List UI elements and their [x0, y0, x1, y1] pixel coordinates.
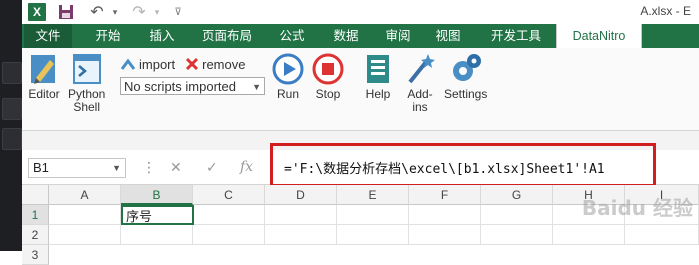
- redo-dropdown-icon[interactable]: ▾: [152, 3, 162, 21]
- tab-data[interactable]: 数据: [322, 24, 370, 48]
- column-header[interactable]: D: [265, 185, 337, 205]
- baidu-watermark: Baidu 经验: [581, 196, 693, 220]
- column-header[interactable]: F: [409, 185, 481, 205]
- tab-developer[interactable]: 开发工具: [476, 24, 556, 48]
- addins-button[interactable]: Add- ins: [404, 52, 436, 114]
- cell-a2[interactable]: [49, 225, 121, 245]
- stop-label: Stop: [315, 87, 341, 101]
- cell-g2[interactable]: [481, 225, 553, 245]
- remove-icon: [186, 57, 199, 71]
- column-header[interactable]: G: [481, 185, 553, 205]
- cell-i2[interactable]: [625, 225, 699, 245]
- gear-icon: [452, 54, 481, 81]
- tab-datanitro[interactable]: DataNitro: [556, 24, 642, 48]
- taskbar-item[interactable]: [2, 62, 22, 84]
- taskbar-strip: [0, 0, 22, 251]
- formula-bar: B1 ▼ ⋮ ✕ ✓ fx ='F:\数据分析存档\excel\[b1.xlsx…: [22, 143, 699, 187]
- chevron-down-icon: ▼: [112, 163, 121, 173]
- name-box-value: B1: [33, 160, 49, 175]
- help-button[interactable]: Help: [362, 52, 394, 101]
- save-icon[interactable]: [58, 3, 74, 21]
- magic-wand-icon: [408, 54, 435, 84]
- play-icon: [272, 53, 304, 85]
- excel-logo-icon: X: [28, 3, 46, 21]
- stop-button[interactable]: Stop: [312, 52, 344, 101]
- tab-home[interactable]: 开始: [84, 24, 132, 48]
- cell-f2[interactable]: [409, 225, 481, 245]
- tab-insert[interactable]: 插入: [138, 24, 186, 48]
- import-label: import: [139, 56, 176, 72]
- scripts-select[interactable]: No scripts imported ▼: [120, 77, 265, 95]
- help-book-icon: [367, 55, 389, 83]
- python-shell-icon: [72, 54, 101, 84]
- run-button[interactable]: Run: [272, 52, 304, 101]
- python-shell-label-2: Shell: [73, 100, 101, 114]
- select-all-corner[interactable]: [22, 185, 49, 205]
- customize-quick-access-icon[interactable]: ⊽: [172, 3, 184, 21]
- enter-icon[interactable]: ✓: [206, 159, 218, 176]
- row-header[interactable]: 1: [22, 205, 49, 225]
- redo-icon[interactable]: ↷: [130, 3, 148, 21]
- import-button[interactable]: import: [120, 57, 175, 72]
- formula-input[interactable]: ='F:\数据分析存档\excel\[b1.xlsx]Sheet1'!A1: [266, 143, 699, 187]
- cell-e2[interactable]: [337, 225, 409, 245]
- cancel-icon[interactable]: ✕: [170, 159, 182, 176]
- formula-text: ='F:\数据分析存档\excel\[b1.xlsx]Sheet1'!A1: [284, 162, 605, 177]
- undo-dropdown-icon[interactable]: ▾: [110, 3, 120, 21]
- python-shell-button[interactable]: Python Shell: [68, 52, 105, 114]
- cell-d2[interactable]: [265, 225, 337, 245]
- cell-b1[interactable]: 序号: [121, 205, 194, 225]
- formula-bar-resize-handle[interactable]: ⋮: [142, 159, 156, 176]
- insert-function-icon[interactable]: fx: [240, 159, 253, 175]
- editor-label: Editor: [28, 87, 60, 101]
- stop-icon: [312, 53, 344, 85]
- addins-label-2: ins: [412, 100, 428, 114]
- remove-label: remove: [202, 56, 246, 72]
- tab-review[interactable]: 审阅: [376, 24, 420, 48]
- script-actions: import remove: [120, 55, 245, 73]
- cell-f1[interactable]: [409, 205, 481, 225]
- editor-button[interactable]: Editor: [28, 52, 60, 101]
- cell-b2[interactable]: [121, 225, 193, 245]
- document-title: A.xlsx - E: [640, 4, 691, 18]
- column-header[interactable]: B: [121, 185, 193, 205]
- cell-d1[interactable]: [265, 205, 337, 225]
- tab-view[interactable]: 视图: [426, 24, 470, 48]
- settings-label: Settings: [444, 87, 488, 101]
- column-header[interactable]: C: [193, 185, 265, 205]
- taskbar-item[interactable]: [2, 98, 22, 120]
- ribbon-datanitro: Editor Python Shell import remove No scr…: [22, 48, 699, 131]
- tab-file[interactable]: 文件: [24, 24, 72, 48]
- column-header[interactable]: A: [49, 185, 121, 205]
- help-label: Help: [365, 87, 391, 101]
- tab-formulas[interactable]: 公式: [268, 24, 316, 48]
- cell-g1[interactable]: [481, 205, 553, 225]
- ribbon-tabs: 文件 开始 插入 页面布局 公式 数据 审阅 视图 开发工具 DataNitro: [22, 24, 699, 48]
- remove-button[interactable]: remove: [185, 57, 245, 72]
- scripts-select-value: No scripts imported: [124, 79, 236, 94]
- column-header[interactable]: E: [337, 185, 409, 205]
- editor-icon: [31, 55, 55, 84]
- import-icon: [120, 58, 136, 70]
- cell-c1[interactable]: [194, 205, 265, 225]
- name-box[interactable]: B1 ▼: [28, 158, 126, 178]
- run-label: Run: [276, 87, 299, 101]
- title-bar: X ↶ ▾ ↷ ▾ ⊽ A.xlsx - E: [22, 0, 699, 24]
- cell-c2[interactable]: [193, 225, 265, 245]
- excel-window: X ↶ ▾ ↷ ▾ ⊽ A.xlsx - E 文件 开始 插入 页面布局 公式 …: [22, 0, 699, 265]
- cell-e1[interactable]: [337, 205, 409, 225]
- taskbar-item[interactable]: [2, 128, 22, 150]
- row-header[interactable]: 3: [22, 245, 49, 265]
- row-header[interactable]: 2: [22, 225, 49, 245]
- undo-icon[interactable]: ↶: [88, 3, 106, 21]
- chevron-down-icon: ▼: [252, 82, 261, 92]
- cell-h2[interactable]: [553, 225, 625, 245]
- cell-a1[interactable]: [49, 205, 121, 225]
- tab-page-layout[interactable]: 页面布局: [192, 24, 262, 48]
- settings-button[interactable]: Settings: [444, 52, 487, 101]
